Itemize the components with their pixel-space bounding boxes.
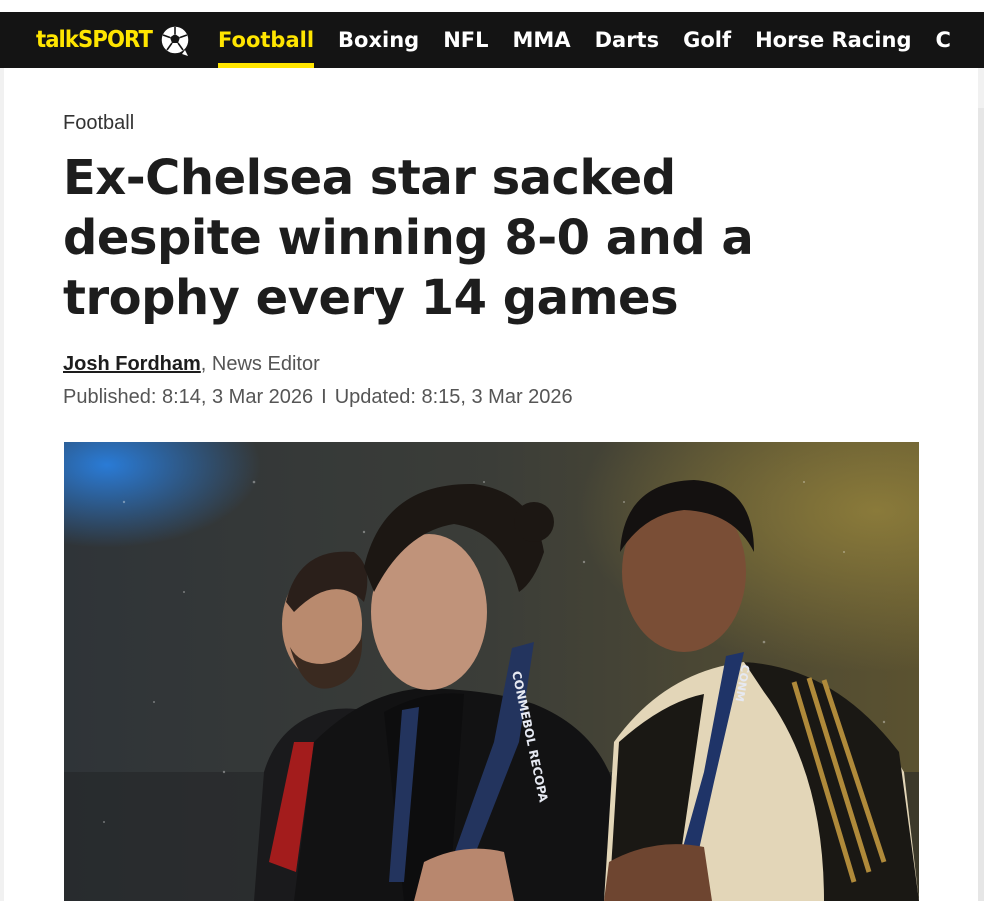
hero-image: CONMEBOL RECOPA CONM [64, 442, 919, 901]
author-role: , News Editor [200, 353, 320, 375]
published-date: Published: 8:14, 3 Mar 2026 [63, 386, 314, 408]
scroll-gutter [978, 108, 984, 901]
main-navigation: talkSPORT Football Boxing NFL MMA Darts … [0, 12, 984, 68]
author-link[interactable]: Josh Fordham [63, 353, 201, 375]
date-separator: I [321, 386, 327, 408]
football-icon [160, 25, 190, 56]
article-headline: Ex-Chelsea star sacked despite winning 8… [63, 150, 754, 326]
updated-date: Updated: 8:15, 3 Mar 2026 [334, 386, 573, 408]
logo-wordmark: talkSPORT [36, 27, 153, 53]
hero-photo: CONMEBOL RECOPA CONM [64, 442, 919, 901]
nav-item-darts[interactable]: Darts [583, 12, 672, 68]
nav-item-mma[interactable]: MMA [501, 12, 583, 68]
article-category[interactable]: Football [63, 112, 134, 135]
nav-item-football[interactable]: Football [206, 12, 326, 68]
article-dates: Published: 8:14, 3 Mar 2026 I Updated: 8:1… [63, 386, 573, 409]
nav-item-boxing[interactable]: Boxing [326, 12, 431, 68]
nav-item-horse-racing[interactable]: Horse Racing [743, 12, 923, 68]
talksport-logo[interactable]: talkSPORT [36, 12, 192, 68]
browser-top-strip [0, 0, 984, 12]
nav-item-truncated[interactable]: C [923, 12, 962, 68]
nav-item-golf[interactable]: Golf [671, 12, 743, 68]
nav-item-nfl[interactable]: NFL [431, 12, 500, 68]
article-page: Football Ex-Chelsea star sacked despite … [4, 68, 978, 901]
byline: Josh Fordham, News Editor [63, 353, 320, 376]
